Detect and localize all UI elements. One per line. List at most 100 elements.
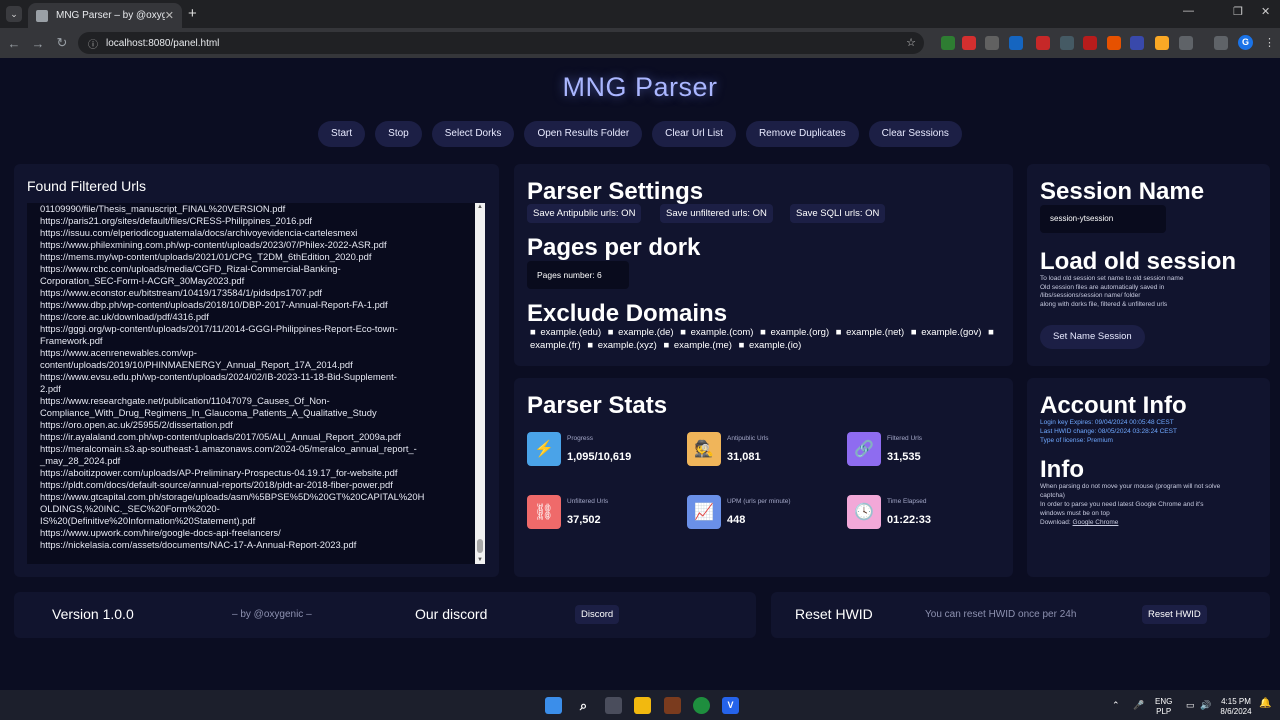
exclude-domain-item[interactable]: ■ example.(io) — [739, 340, 804, 351]
session-name-input[interactable]: session-ytsession — [1040, 205, 1166, 233]
link-icon: 🔗 — [847, 432, 881, 466]
exclude-domain-item[interactable]: ■ example.(net) — [836, 327, 906, 338]
clear-sessions-button[interactable]: Clear Sessions — [868, 121, 962, 147]
exclude-domain-item[interactable]: ■ example.(de) — [608, 327, 676, 338]
url-line: OLDINGS,%20INC._SEC%20Form%2020- — [40, 503, 220, 514]
browser-tab-bar: ⌄ MNG Parser – by @oxygenic ✕ + — ❐ ✕ — [0, 0, 1280, 28]
save-unfiltered-toggle[interactable]: Save unfiltered urls: ON — [660, 204, 773, 223]
exclude-domain-item[interactable]: ■ example.(xyz) — [587, 340, 659, 351]
exclude-domain-item[interactable]: ■ example.(edu) — [530, 327, 603, 338]
spy-icon: 🕵 — [687, 432, 721, 466]
open-results-folder-button[interactable]: Open Results Folder — [524, 121, 643, 147]
minimize-icon[interactable]: — — [1183, 5, 1194, 17]
scroll-up-icon[interactable]: ▲ — [477, 204, 483, 210]
exclude-domain-item[interactable]: ■ example.(me) — [663, 340, 733, 351]
network-icon[interactable]: ▭ — [1186, 700, 1195, 710]
extension-icon[interactable] — [1036, 36, 1050, 50]
broken-link-icon: ⛓ — [527, 495, 561, 529]
back-icon[interactable]: ← — [2, 36, 26, 51]
reload-icon[interactable]: ↻ — [50, 35, 74, 51]
file-explorer-icon[interactable] — [634, 697, 651, 714]
remove-duplicates-button[interactable]: Remove Duplicates — [745, 121, 859, 147]
url-line: https://meralcomain.s3.ap-southeast-1.am… — [40, 443, 417, 454]
extension-icon[interactable] — [962, 36, 976, 50]
load-old-session-heading: Load old session — [1040, 248, 1237, 275]
task-view-icon[interactable] — [605, 697, 622, 714]
extension-icon[interactable] — [1060, 36, 1074, 50]
pages-number-input[interactable]: Pages number: 6 — [527, 261, 629, 289]
set-name-session-button[interactable]: Set Name Session — [1040, 325, 1145, 349]
volume-icon[interactable]: 🔊 — [1200, 700, 1211, 710]
tab-search-chevron-icon[interactable]: ⌄ — [6, 6, 22, 22]
bookmark-star-icon[interactable]: ☆ — [906, 36, 916, 49]
url-line: https://www.evsu.edu.ph/wp-content/uploa… — [40, 371, 397, 382]
clock-time: 4:15 PM — [1221, 697, 1251, 706]
url-list[interactable]: 01109990/file/Thesis_manuscript_FINAL%20… — [27, 203, 485, 564]
new-tab-icon[interactable]: + — [188, 5, 197, 22]
url-line: https://gggi.org/wp-content/uploads/2017… — [40, 323, 398, 334]
notifications-bell-icon[interactable]: 🔔 — [1259, 699, 1271, 709]
url-list-scrollbar[interactable]: ▲ ▼ — [475, 203, 485, 564]
reset-hwid-button[interactable]: Reset HWID — [1142, 605, 1207, 624]
url-line: https://oro.open.ac.uk/25955/2/dissertat… — [40, 419, 233, 430]
address-url[interactable]: localhost:8080/panel.html — [106, 38, 219, 49]
license-type: Type of license: Premium — [1040, 437, 1113, 444]
exclude-domain-label: example.(fr) — [530, 340, 581, 351]
discord-button[interactable]: Discord — [575, 605, 620, 624]
start-button[interactable]: Start — [318, 121, 366, 147]
browser-menu-icon[interactable]: ⋮ — [1264, 36, 1275, 49]
editor-icon[interactable]: V — [722, 697, 739, 714]
exclude-domain-item[interactable]: ■ example.(com) — [680, 327, 755, 338]
stop-button[interactable]: Stop — [375, 121, 422, 147]
extension-icon[interactable] — [941, 36, 955, 50]
scroll-down-icon[interactable]: ▼ — [477, 557, 483, 563]
search-icon[interactable]: ⌕ — [575, 697, 592, 714]
checkbox-icon[interactable]: ■ — [911, 327, 919, 338]
last-hwid-change: Last HWID change: 08/05/2024 03:28:24 CE… — [1040, 428, 1177, 435]
extension-icon[interactable] — [1130, 36, 1144, 50]
profile-avatar[interactable]: G — [1238, 35, 1253, 50]
address-bar[interactable]: ⓘ localhost:8080/panel.html ☆ — [78, 32, 924, 54]
site-info-icon[interactable]: ⓘ — [88, 36, 98, 51]
clear-url-list-button[interactable]: Clear Url List — [652, 121, 736, 147]
extension-icon[interactable] — [985, 36, 999, 50]
clock[interactable]: 4:15 PM 8/6/2024 — [1216, 697, 1256, 717]
input-language[interactable]: ENG PLP — [1155, 697, 1172, 717]
checkbox-icon[interactable]: ■ — [760, 327, 768, 338]
save-antipublic-toggle[interactable]: Save Antipublic urls: ON — [527, 204, 642, 223]
extension-icon[interactable] — [1009, 36, 1023, 50]
checkbox-icon[interactable]: ■ — [680, 327, 688, 338]
checkbox-icon[interactable]: ■ — [587, 340, 595, 351]
checkbox-icon[interactable]: ■ — [988, 327, 994, 338]
windows-start-icon[interactable] — [545, 697, 562, 714]
checkbox-icon[interactable]: ■ — [836, 327, 844, 338]
window-close-icon[interactable]: ✕ — [1261, 5, 1270, 18]
exclude-domain-item[interactable]: ■ example.(org) — [760, 327, 831, 338]
media-controls-icon[interactable] — [1214, 36, 1228, 50]
browser-tab[interactable]: MNG Parser – by @oxygenic ✕ — [28, 3, 182, 28]
maximize-icon[interactable]: ❐ — [1233, 5, 1243, 18]
checkbox-icon[interactable]: ■ — [530, 327, 538, 338]
extensions-puzzle-icon[interactable] — [1179, 36, 1193, 50]
checkbox-icon[interactable]: ■ — [739, 340, 747, 351]
select-dorks-button[interactable]: Select Dorks — [431, 121, 515, 147]
checkbox-icon[interactable]: ■ — [663, 340, 671, 351]
tab-close-icon[interactable]: ✕ — [165, 9, 174, 22]
url-line: https://www.econstor.eu/bitstream/10419/… — [40, 287, 322, 298]
microphone-icon[interactable]: 🎤 — [1133, 700, 1144, 710]
scroll-thumb[interactable] — [477, 539, 483, 553]
google-chrome-link[interactable]: Google Chrome — [1073, 519, 1119, 526]
forward-icon[interactable]: → — [26, 36, 50, 51]
save-sqli-toggle[interactable]: Save SQLI urls: ON — [790, 204, 886, 223]
chrome-icon[interactable] — [693, 697, 710, 714]
tray-chevron-icon[interactable]: ⌃ — [1112, 700, 1120, 710]
extension-icon[interactable] — [1155, 36, 1169, 50]
url-line: https://paris21.org/sites/default/files/… — [40, 215, 313, 226]
app-icon[interactable] — [664, 697, 681, 714]
exclude-domain-item[interactable]: ■ example.(gov) — [911, 327, 984, 338]
url-line: https://www.acenrenewables.com/wp- — [40, 347, 197, 358]
extension-icon[interactable] — [1107, 36, 1121, 50]
chart-icon: 📈 — [687, 495, 721, 529]
extension-icon[interactable] — [1083, 36, 1097, 50]
checkbox-icon[interactable]: ■ — [608, 327, 616, 338]
